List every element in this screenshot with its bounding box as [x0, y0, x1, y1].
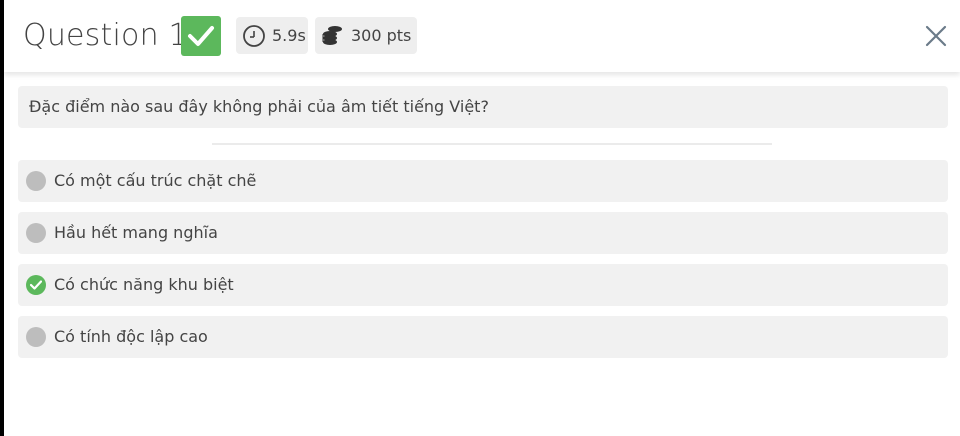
question-title: Question 1 [23, 18, 188, 53]
answer-option[interactable]: Có một cấu trúc chặt chẽ [18, 160, 948, 202]
divider [212, 143, 772, 145]
correct-badge [181, 16, 221, 56]
close-icon[interactable] [922, 22, 950, 50]
radio-icon[interactable] [26, 223, 46, 243]
answer-label: Có chức năng khu biệt [54, 275, 234, 294]
time-value: 5.9s [272, 26, 306, 45]
time-chip: 5.9s [236, 17, 308, 54]
modal-header: Question 1 5.9s 300 pts [4, 0, 960, 72]
check-icon [188, 26, 214, 46]
radio-icon[interactable] [26, 171, 46, 191]
points-chip: 300 pts [315, 17, 417, 54]
clock-icon [243, 25, 265, 47]
coins-icon [322, 26, 342, 45]
answer-option[interactable]: Hầu hết mang nghĩa [18, 212, 948, 254]
question-box: Đặc điểm nào sau đây không phải của âm t… [18, 86, 948, 128]
check-circle-icon[interactable] [26, 275, 46, 295]
answer-label: Hầu hết mang nghĩa [54, 223, 218, 242]
answer-label: Có tính độc lập cao [54, 327, 208, 346]
answer-option-correct[interactable]: Có chức năng khu biệt [18, 264, 948, 306]
question-modal: Question 1 5.9s 300 pts Đặc điểm nào sau… [4, 0, 960, 436]
close-button[interactable] [922, 22, 950, 50]
check-icon [30, 280, 42, 290]
radio-icon[interactable] [26, 327, 46, 347]
question-text: Đặc điểm nào sau đây không phải của âm t… [29, 97, 489, 116]
points-value: 300 pts [351, 26, 412, 45]
answer-label: Có một cấu trúc chặt chẽ [54, 171, 257, 190]
answer-option[interactable]: Có tính độc lập cao [18, 316, 948, 358]
